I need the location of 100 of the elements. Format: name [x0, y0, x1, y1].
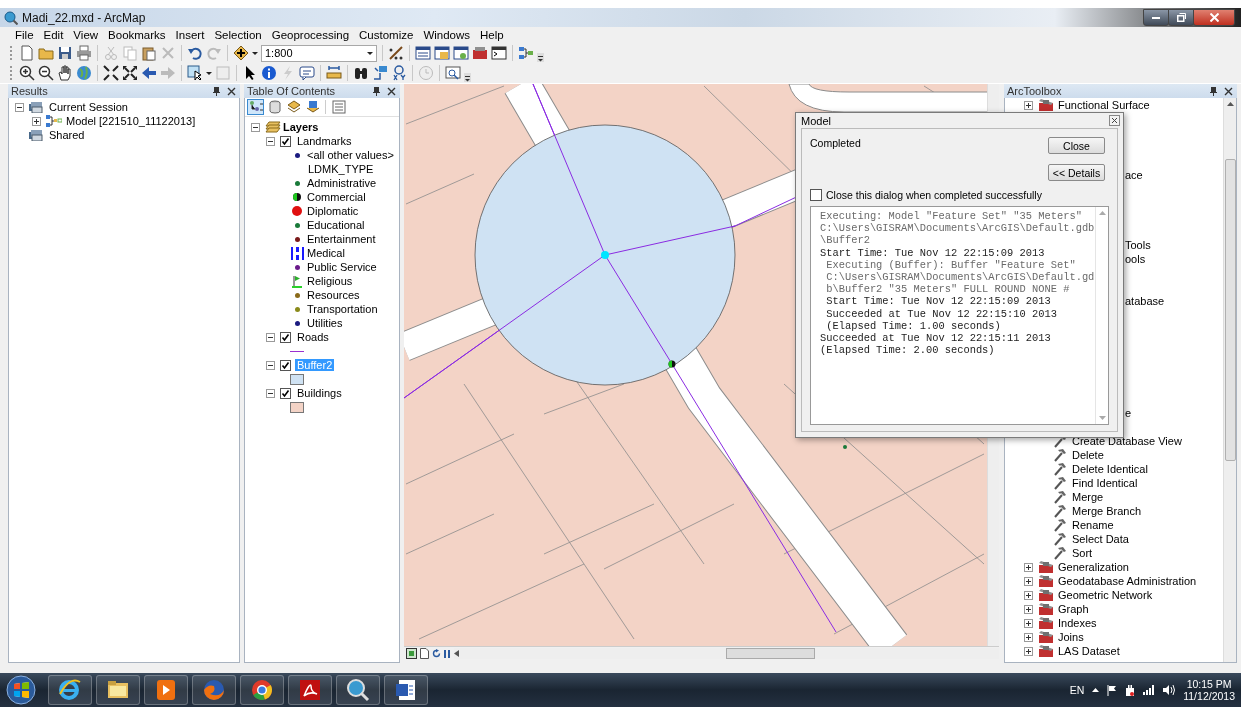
close-button[interactable]: Close: [1048, 137, 1105, 154]
up-arrow-icon[interactable]: [1226, 102, 1234, 106]
binoculars-icon[interactable]: [353, 65, 369, 81]
menu-item[interactable]: Help: [475, 29, 509, 41]
menu-item[interactable]: Selection: [209, 29, 267, 41]
tool-item[interactable]: Delete: [1072, 449, 1104, 461]
fox-globe-app-button[interactable]: [192, 675, 236, 705]
tree-item[interactable]: Shared: [48, 129, 86, 141]
toolset-item[interactable]: Indexes: [1058, 617, 1097, 629]
arrows-in-icon[interactable]: [103, 65, 119, 81]
toolbar-options-icon[interactable]: [464, 73, 471, 82]
menu-item[interactable]: Customize: [354, 29, 419, 41]
language-indicator[interactable]: EN: [1069, 684, 1085, 696]
tree-item[interactable]: ace: [1125, 169, 1143, 181]
battery-plug-icon[interactable]: [1125, 684, 1136, 696]
tree-item[interactable]: Tools: [1125, 239, 1151, 251]
pdf-document-app-button[interactable]: [288, 675, 332, 705]
tree-toggle[interactable]: [1024, 604, 1033, 614]
toolset-item[interactable]: Geodatabase Administration: [1058, 575, 1197, 587]
caret-icon[interactable]: [206, 71, 212, 75]
undo-icon[interactable]: [187, 45, 203, 61]
tool-item[interactable]: Select Data: [1072, 533, 1129, 545]
tree-item[interactable]: Current Session: [48, 101, 129, 113]
checkbox[interactable]: [280, 331, 291, 343]
speaker-icon[interactable]: [1163, 685, 1176, 695]
pause-icon[interactable]: [444, 649, 451, 658]
viewer-window-icon[interactable]: [445, 65, 461, 81]
layout-view-icon[interactable]: [420, 648, 429, 659]
pin-icon[interactable]: [212, 86, 221, 96]
flag-icon[interactable]: [1107, 684, 1118, 696]
popup-icon[interactable]: [299, 65, 315, 81]
stacked-layers-button[interactable]: [285, 99, 302, 115]
toolset-item[interactable]: Joins: [1058, 631, 1084, 643]
menu-item[interactable]: File: [10, 29, 39, 41]
restore-button[interactable]: [1168, 9, 1194, 26]
menu-item[interactable]: View: [68, 29, 104, 41]
database-button[interactable]: [266, 99, 283, 115]
paste-icon[interactable]: [141, 45, 157, 61]
toolbar-options-icon[interactable]: [537, 53, 544, 62]
tree-toggle[interactable]: [266, 332, 275, 342]
checkbox[interactable]: [810, 189, 822, 201]
tree-item[interactable]: Model [221510_11122013]: [65, 115, 197, 127]
add-data-icon[interactable]: [233, 45, 249, 61]
menu-item[interactable]: Bookmarks: [103, 29, 171, 41]
pin-icon[interactable]: [1209, 86, 1218, 96]
save-icon[interactable]: [57, 45, 73, 61]
tree-toggle[interactable]: [1024, 576, 1033, 586]
menu-item[interactable]: Edit: [38, 29, 69, 41]
tool-item[interactable]: Sort: [1072, 547, 1093, 559]
ruler-icon[interactable]: [326, 65, 342, 81]
start-button[interactable]: [6, 675, 36, 705]
source-layers-button[interactable]: [304, 99, 321, 115]
tool-item[interactable]: Delete Identical: [1072, 463, 1148, 475]
select-features-icon[interactable]: [187, 65, 203, 81]
tree-toggle[interactable]: [266, 388, 275, 398]
minimize-button[interactable]: [1143, 9, 1169, 26]
tree-toggle[interactable]: [1024, 618, 1033, 628]
checkbox[interactable]: [280, 387, 291, 399]
ring-app-button[interactable]: [240, 675, 284, 705]
catalog-icon[interactable]: [434, 45, 450, 61]
folder-app-button[interactable]: [96, 675, 140, 705]
details-button[interactable]: << Details: [1048, 164, 1105, 181]
tree-toggle[interactable]: [15, 102, 24, 112]
tree-toggle[interactable]: [266, 360, 275, 370]
close-button[interactable]: [1193, 9, 1235, 26]
hand-icon[interactable]: [57, 65, 73, 81]
data-view-icon[interactable]: [406, 648, 417, 659]
play-app-button[interactable]: [144, 675, 188, 705]
info-icon[interactable]: [261, 65, 277, 81]
arrows-out-icon[interactable]: [122, 65, 138, 81]
toolset-item[interactable]: Geometric Network: [1058, 589, 1153, 601]
toolset-item[interactable]: Functional Surface: [1058, 99, 1150, 111]
document-app-button[interactable]: [384, 675, 428, 705]
tree-toggle[interactable]: [251, 122, 260, 132]
new-document-icon[interactable]: [19, 45, 35, 61]
checkbox[interactable]: [280, 359, 291, 371]
close-icon[interactable]: [1109, 115, 1120, 126]
layer-name[interactable]: Landmarks: [295, 135, 354, 147]
clock[interactable]: 10:15 PM 11/12/2013: [1183, 678, 1235, 702]
layers-heading[interactable]: Layers: [281, 121, 321, 133]
close-icon[interactable]: [227, 86, 236, 96]
print-icon[interactable]: [76, 45, 92, 61]
menu-item[interactable]: Geoprocessing: [266, 29, 355, 41]
tool-item[interactable]: Merge: [1072, 491, 1104, 503]
go-to-point-icon[interactable]: [372, 65, 388, 81]
tree-toggle[interactable]: [1024, 646, 1033, 656]
signal-bars-icon[interactable]: [1143, 685, 1156, 695]
xy-pin-icon[interactable]: [391, 65, 407, 81]
tool-item[interactable]: Find Identical: [1072, 477, 1138, 489]
tree-toggle[interactable]: [1024, 632, 1033, 642]
tree-toggle[interactable]: [1024, 562, 1033, 572]
tree-toggle[interactable]: [266, 136, 275, 146]
tree-item[interactable]: e: [1125, 407, 1132, 419]
zoom-in-icon[interactable]: [19, 65, 35, 81]
layer-name[interactable]: Roads: [295, 331, 331, 343]
tree-item[interactable]: atabase: [1125, 295, 1165, 307]
refresh-icon[interactable]: [432, 649, 441, 658]
tool-item[interactable]: Rename: [1072, 519, 1114, 531]
tree-toggle[interactable]: [32, 116, 41, 126]
magnifier-globe-app-button[interactable]: [336, 675, 380, 705]
